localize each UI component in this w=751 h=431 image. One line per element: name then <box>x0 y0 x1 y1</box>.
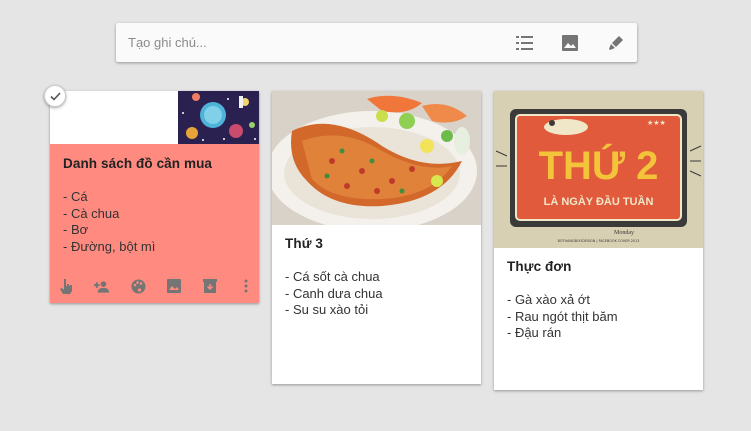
poster-stars: ★★★ <box>647 119 666 127</box>
note-items: - Cá sốt cà chua - Canh dưa chua - Su su… <box>285 269 383 319</box>
poster-credit: BOTHANGBOODESIGN | FACEBOOK COVER 2013 <box>558 239 640 243</box>
brush-icon[interactable] <box>607 34 625 52</box>
poster-subline: LÀ NGÀY ĐẦU TUẦN <box>544 195 654 208</box>
monday-poster-image: ★★★ THỨ 2 LÀ NGÀY ĐẦU TUẦN Monday BOTHAN… <box>494 91 703 248</box>
note-items: - Cá - Cà chua - Bơ - Đường, bột mì <box>63 189 155 255</box>
note-title: Danh sách đồ cần mua <box>63 156 213 171</box>
list-item: - Đậu rán <box>507 325 562 340</box>
list-item: - Đường, bột mì <box>63 238 156 254</box>
note-toolbar <box>58 278 254 294</box>
more-vert-icon[interactable] <box>238 278 254 294</box>
list-item: - Canh dưa chua <box>285 285 383 301</box>
list-icon[interactable] <box>515 34 533 52</box>
list-item: - Rau ngót thịt băm <box>507 308 618 324</box>
collaborator-icon[interactable] <box>94 278 110 294</box>
list-item: - Cà chua <box>63 205 120 221</box>
note-title: Thứ 3 <box>285 236 324 251</box>
list-item: - Bơ <box>63 222 89 237</box>
poster-headline: THỨ 2 <box>539 142 659 188</box>
select-check-icon[interactable] <box>44 85 66 107</box>
note-title: Thực đơn <box>507 259 572 274</box>
archive-icon[interactable] <box>202 278 218 294</box>
fish-dish-image <box>272 91 481 231</box>
list-item: - Cá <box>63 189 88 204</box>
note-card[interactable]: ★★★ THỨ 2 LÀ NGÀY ĐẦU TUẦN Monday BOTHAN… <box>494 91 703 390</box>
space-illustration-image <box>178 91 259 144</box>
remind-hand-icon[interactable] <box>58 278 74 294</box>
note-card[interactable]: Danh sách đồ cần mua - Cá - Cà chua - Bơ… <box>50 91 259 303</box>
list-item: - Gà xào xả ớt <box>507 292 590 307</box>
note-items: - Gà xào xả ớt - Rau ngót thịt băm - Đậu… <box>507 292 618 342</box>
list-item: - Su su xào tỏi <box>285 302 369 317</box>
poster-caption: Monday <box>614 230 634 236</box>
list-item: - Cá sốt cà chua <box>285 269 380 284</box>
image-icon[interactable] <box>166 278 182 294</box>
palette-icon[interactable] <box>130 278 146 294</box>
note-card[interactable]: Thứ 3 - Cá sốt cà chua - Canh dưa chua -… <box>272 91 481 384</box>
take-note-bar[interactable]: Tạo ghi chú... <box>116 23 637 62</box>
image-icon[interactable] <box>561 34 579 52</box>
take-note-placeholder[interactable]: Tạo ghi chú... <box>128 35 487 50</box>
